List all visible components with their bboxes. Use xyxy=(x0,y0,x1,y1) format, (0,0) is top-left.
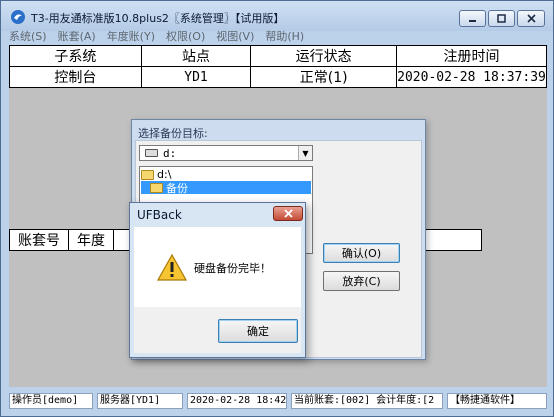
maximize-icon xyxy=(497,14,506,23)
menu-system[interactable]: 系统(S) xyxy=(9,31,47,45)
column-header[interactable]: 子系统 xyxy=(9,45,142,67)
window-title: T3-用友通标准版10.8plus2〖系统管理〗【试用版】 xyxy=(31,12,285,25)
menu-permission[interactable]: 权限(O) xyxy=(166,31,205,45)
status-bar: 操作员[demo] 服务器[YD1] 2020-02-28 18:42 当前账套… xyxy=(9,391,547,410)
close-button[interactable] xyxy=(517,10,545,27)
confirm-backup-button[interactable]: 确认(O) xyxy=(323,243,400,263)
minimize-button[interactable] xyxy=(459,10,486,27)
maximize-button[interactable] xyxy=(488,10,515,27)
table-header-row: 子系统 站点 运行状态 注册时间 xyxy=(9,45,547,67)
column-header[interactable]: 站点 xyxy=(140,45,252,67)
app-logo-icon xyxy=(11,10,25,24)
message-text: 硬盘备份完毕！ xyxy=(194,262,271,275)
menu-bar: 系统(S) 账套(A) 年度账(Y) 权限(O) 视图(V) 帮助(H) xyxy=(9,31,547,45)
message-footer: 确定 xyxy=(134,307,301,353)
status-server: 服务器[YD1] xyxy=(97,393,183,409)
close-icon xyxy=(283,209,293,218)
chevron-down-icon[interactable]: ▼ xyxy=(298,146,312,160)
column-header[interactable]: 运行状态 xyxy=(250,45,397,67)
title-bar[interactable]: T3-用友通标准版10.8plus2〖系统管理〗【试用版】 xyxy=(1,1,553,31)
folder-label: 备份 xyxy=(166,181,188,195)
column-header[interactable]: 年度 xyxy=(68,229,114,251)
minimize-icon xyxy=(469,20,476,22)
list-item-selected[interactable]: 备份 xyxy=(141,181,311,195)
close-icon xyxy=(526,14,536,23)
dialog-caption: 选择备份目标: xyxy=(138,127,208,140)
message-close-button[interactable] xyxy=(273,206,303,221)
column-header[interactable]: 账套号 xyxy=(9,229,69,251)
main-window: T3-用友通标准版10.8plus2〖系统管理〗【试用版】 系统(S) 账套(A… xyxy=(0,0,554,417)
message-box-title: UFBack xyxy=(137,208,182,222)
ok-button[interactable]: 确定 xyxy=(218,319,298,343)
register-time-cell[interactable]: 2020-02-28 18:37:39 xyxy=(396,66,547,88)
subsystem-table: 子系统 站点 运行状态 注册时间 控制台 YD1 正常(1) 2020-02-2… xyxy=(9,45,547,88)
drive-select[interactable]: d: ▼ xyxy=(139,145,313,161)
column-header[interactable]: 注册时间 xyxy=(396,45,547,67)
menu-account[interactable]: 账套(A) xyxy=(58,31,96,45)
menu-view[interactable]: 视图(V) xyxy=(216,31,254,45)
site-cell[interactable]: YD1 xyxy=(140,66,252,88)
warning-icon xyxy=(157,254,187,281)
message-body: 硬盘备份完毕！ xyxy=(134,227,301,307)
status-brand: 【畅捷通软件】 xyxy=(447,393,547,409)
status-datetime: 2020-02-28 18:42 xyxy=(187,393,287,409)
cancel-backup-button[interactable]: 放弃(C) xyxy=(323,271,400,291)
table-row[interactable]: 控制台 YD1 正常(1) 2020-02-28 18:37:39 xyxy=(9,66,547,88)
status-account: 当前账套:[002] 会计年度:[2 xyxy=(291,393,443,409)
subsystem-cell[interactable]: 控制台 xyxy=(9,66,142,88)
status-operator: 操作员[demo] xyxy=(9,393,93,409)
folder-icon xyxy=(150,182,163,193)
drive-value: d: xyxy=(163,146,177,160)
status-cell[interactable]: 正常(1) xyxy=(250,66,397,88)
folder-open-icon xyxy=(141,169,154,180)
ufback-message-box: UFBack 硬盘备份完毕！ 确定 xyxy=(129,202,306,358)
menu-year-account[interactable]: 年度账(Y) xyxy=(107,31,155,45)
menu-help[interactable]: 帮助(H) xyxy=(265,31,304,45)
drive-icon xyxy=(145,149,158,157)
